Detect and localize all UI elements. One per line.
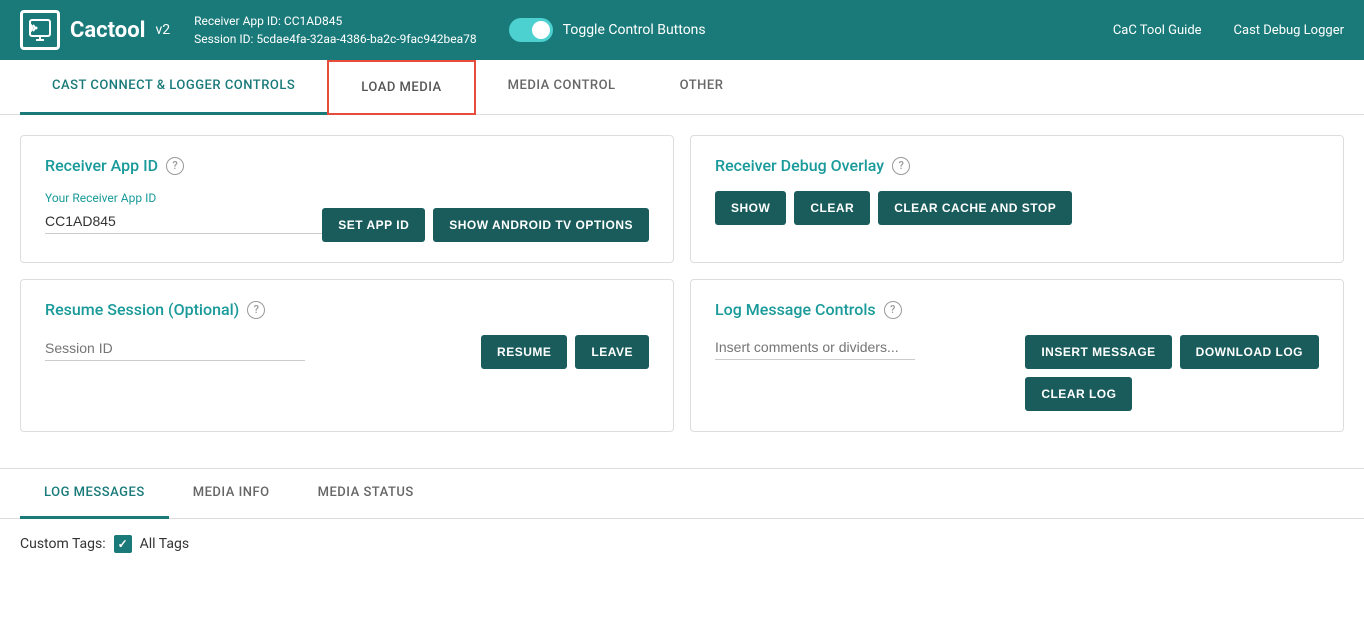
tab-media-control[interactable]: MEDIA CONTROL xyxy=(476,60,648,115)
receiver-app-id-left: Your Receiver App ID xyxy=(45,191,322,242)
all-tags-label: All Tags xyxy=(140,536,189,552)
receiver-app-id-input[interactable] xyxy=(45,209,322,234)
log-message-controls-title: Log Message Controls ? xyxy=(715,300,1319,319)
bottom-tabs: LOG MESSAGES MEDIA INFO MEDIA STATUS xyxy=(0,469,1364,519)
logo-icon xyxy=(20,10,60,50)
resume-session-row: RESUME LEAVE xyxy=(45,335,649,369)
tab-load-media[interactable]: LOAD MEDIA xyxy=(327,60,475,115)
receiver-app-id-input-label: Your Receiver App ID xyxy=(45,191,322,205)
resume-session-title: Resume Session (Optional) ? xyxy=(45,300,649,319)
resume-session-buttons: RESUME LEAVE xyxy=(481,335,649,369)
app-header: Cactool v2 Receiver App ID: CC1AD845 Ses… xyxy=(0,0,1364,60)
resume-session-card: Resume Session (Optional) ? RESUME LEAVE xyxy=(20,279,674,432)
all-tags-checkbox[interactable] xyxy=(114,535,132,553)
toggle-label: Toggle Control Buttons xyxy=(563,22,706,38)
clear-overlay-button[interactable]: CLEAR xyxy=(794,191,870,225)
leave-button[interactable]: LEAVE xyxy=(575,335,649,369)
receiver-app-id-card: Receiver App ID ? Your Receiver App ID S… xyxy=(20,135,674,263)
log-message-controls-row: INSERT MESSAGE DOWNLOAD LOG CLEAR LOG xyxy=(715,335,1319,411)
insert-message-button[interactable]: INSERT MESSAGE xyxy=(1025,335,1171,369)
card-grid: Receiver App ID ? Your Receiver App ID S… xyxy=(20,135,1344,432)
receiver-app-id-row: Your Receiver App ID SET APP ID SHOW AND… xyxy=(45,191,649,242)
cac-tool-guide-link[interactable]: CaC Tool Guide xyxy=(1113,23,1202,38)
session-id-input-container xyxy=(45,336,305,361)
custom-tags-label: Custom Tags: xyxy=(20,536,106,552)
receiver-debug-overlay-help[interactable]: ? xyxy=(892,157,910,175)
receiver-debug-overlay-title: Receiver Debug Overlay ? xyxy=(715,156,1319,175)
resume-session-left xyxy=(45,336,481,369)
log-buttons-row1: INSERT MESSAGE DOWNLOAD LOG xyxy=(1025,335,1319,369)
tab-log-messages[interactable]: LOG MESSAGES xyxy=(20,469,169,519)
set-app-id-button[interactable]: SET APP ID xyxy=(322,208,425,242)
session-id-input[interactable] xyxy=(45,336,305,361)
receiver-app-id-input-container: Your Receiver App ID xyxy=(45,191,322,234)
resume-button[interactable]: RESUME xyxy=(481,335,567,369)
custom-tags-section: Custom Tags: All Tags xyxy=(0,519,1364,569)
receiver-app-id-help[interactable]: ? xyxy=(166,157,184,175)
tab-cast-connect[interactable]: CAST CONNECT & LOGGER CONTROLS xyxy=(20,60,327,115)
app-title: Cactool xyxy=(70,18,145,43)
tab-other[interactable]: OTHER xyxy=(648,60,756,115)
header-nav: CaC Tool Guide Cast Debug Logger xyxy=(1113,23,1344,38)
resume-session-help[interactable]: ? xyxy=(247,301,265,319)
app-logo: Cactool v2 xyxy=(20,10,170,50)
receiver-app-id-header: Receiver App ID: CC1AD845 xyxy=(194,12,477,30)
receiver-debug-overlay-card: Receiver Debug Overlay ? SHOW CLEAR CLEA… xyxy=(690,135,1344,263)
log-input-container xyxy=(715,335,993,360)
clear-log-button[interactable]: CLEAR LOG xyxy=(1025,377,1132,411)
download-log-button[interactable]: DOWNLOAD LOG xyxy=(1180,335,1319,369)
session-id-header: Session ID: 5cdae4fa-32aa-4386-ba2c-9fac… xyxy=(194,30,477,48)
receiver-app-id-title: Receiver App ID ? xyxy=(45,156,649,175)
header-info: Receiver App ID: CC1AD845 Session ID: 5c… xyxy=(194,12,477,48)
toggle-section: Toggle Control Buttons xyxy=(509,18,706,42)
bottom-section: LOG MESSAGES MEDIA INFO MEDIA STATUS Cus… xyxy=(0,468,1364,569)
log-message-controls-help[interactable]: ? xyxy=(884,301,902,319)
show-android-tv-button[interactable]: SHOW ANDROID TV OPTIONS xyxy=(433,208,649,242)
show-button[interactable]: SHOW xyxy=(715,191,786,225)
receiver-debug-overlay-buttons: SHOW CLEAR CLEAR CACHE AND STOP xyxy=(715,191,1319,225)
clear-cache-stop-button[interactable]: CLEAR CACHE AND STOP xyxy=(878,191,1072,225)
log-comment-input[interactable] xyxy=(715,335,915,360)
cast-debug-logger-link[interactable]: Cast Debug Logger xyxy=(1234,23,1344,38)
log-message-controls-card: Log Message Controls ? INSERT MESSAGE DO… xyxy=(690,279,1344,432)
main-content: Receiver App ID ? Your Receiver App ID S… xyxy=(0,115,1364,468)
tab-media-info[interactable]: MEDIA INFO xyxy=(169,469,294,519)
toggle-control-buttons[interactable] xyxy=(509,18,553,42)
main-tabs: CAST CONNECT & LOGGER CONTROLS LOAD MEDI… xyxy=(0,60,1364,115)
tab-media-status[interactable]: MEDIA STATUS xyxy=(294,469,438,519)
log-buttons-row2: CLEAR LOG xyxy=(1025,377,1319,411)
receiver-app-id-buttons: SET APP ID SHOW ANDROID TV OPTIONS xyxy=(322,208,649,242)
app-version: v2 xyxy=(155,22,170,38)
log-buttons: INSERT MESSAGE DOWNLOAD LOG CLEAR LOG xyxy=(1025,335,1319,411)
